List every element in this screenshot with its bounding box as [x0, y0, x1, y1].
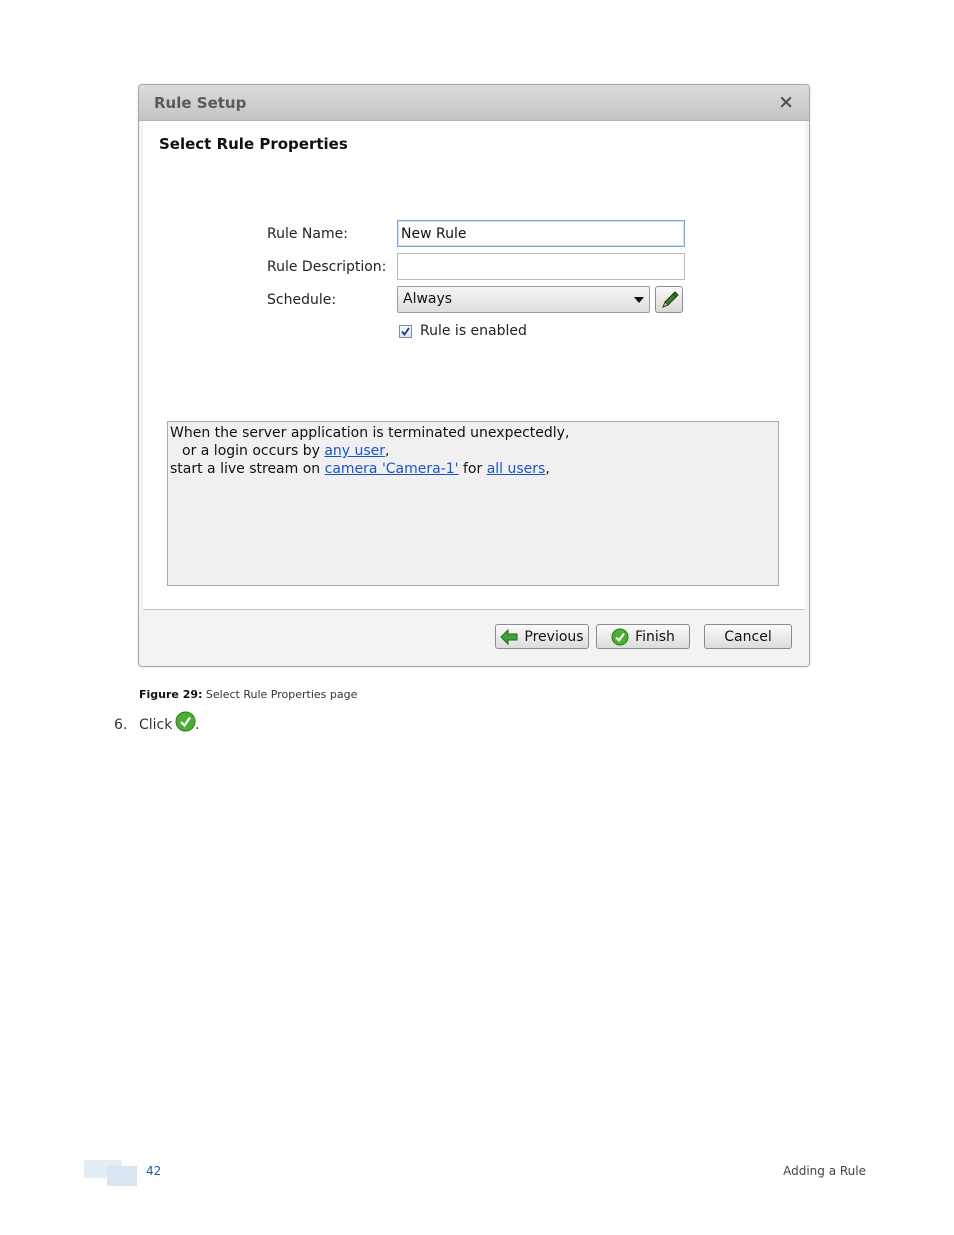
rule-summary-box: When the server application is terminate…: [167, 421, 779, 586]
schedule-dropdown[interactable]: Always: [397, 286, 650, 313]
all-users-link[interactable]: all users: [487, 461, 546, 477]
page-number: 42: [146, 1164, 162, 1178]
finish-button-label: Finish: [635, 628, 675, 645]
edit-schedule-button[interactable]: [655, 286, 683, 313]
finish-button[interactable]: Finish: [596, 624, 690, 649]
dialog-title: Rule Setup: [154, 94, 247, 112]
summary-comma: ,: [385, 443, 390, 459]
section-title: Adding a Rule: [783, 1164, 866, 1178]
rule-description-label: Rule Description:: [267, 259, 387, 275]
figure-caption-label: Figure 29:: [139, 688, 203, 701]
rule-enabled-checkbox[interactable]: [399, 325, 412, 338]
previous-button[interactable]: Previous: [495, 624, 589, 649]
cancel-button-label: Cancel: [724, 628, 772, 645]
green-left-arrow-icon: [500, 628, 518, 645]
summary-action-line: start a live stream on camera 'Camera-1'…: [170, 460, 776, 478]
step-text: Click: [139, 717, 173, 733]
summary-trigger-text: When the server application is terminate…: [170, 425, 570, 441]
rule-description-input[interactable]: [397, 253, 685, 280]
checkmark-icon: [401, 327, 410, 336]
cancel-button[interactable]: Cancel: [704, 624, 792, 649]
summary-for-text: for: [458, 461, 487, 477]
summary-condition-text: or a login occurs by: [182, 443, 325, 459]
rule-enabled-label[interactable]: Rule is enabled: [420, 323, 527, 339]
footer-decoration: [107, 1166, 137, 1186]
dialog-content-panel: Select Rule Properties Rule Name: Rule D…: [143, 121, 805, 610]
page-heading: Select Rule Properties: [159, 135, 348, 153]
any-user-link[interactable]: any user: [324, 443, 385, 459]
previous-button-label: Previous: [524, 628, 584, 645]
dropdown-arrow-icon: [634, 297, 644, 303]
close-icon[interactable]: ×: [778, 91, 794, 113]
step-period: .: [195, 717, 200, 733]
green-checkmark-icon: [611, 628, 629, 645]
summary-trigger-line: When the server application is terminate…: [170, 424, 776, 442]
pencil-icon: [662, 291, 679, 308]
rule-setup-dialog: Rule Setup × Select Rule Properties Rule…: [138, 84, 810, 667]
schedule-label: Schedule:: [267, 292, 337, 308]
summary-condition-line: or a login occurs by any user,: [170, 442, 776, 460]
schedule-selected-value: Always: [403, 291, 453, 307]
dialog-titlebar: Rule Setup ×: [139, 85, 809, 121]
figure-caption: Figure 29: Select Rule Properties page: [139, 688, 357, 701]
camera-link[interactable]: camera 'Camera-1': [325, 461, 459, 477]
figure-caption-text: Select Rule Properties page: [202, 688, 358, 701]
finish-checkmark-icon: [175, 711, 196, 736]
rule-name-input[interactable]: [397, 220, 685, 247]
rule-name-label: Rule Name:: [267, 226, 348, 242]
summary-action-text: start a live stream on: [170, 461, 325, 477]
step-number: 6.: [114, 717, 128, 733]
summary-comma: ,: [545, 461, 550, 477]
